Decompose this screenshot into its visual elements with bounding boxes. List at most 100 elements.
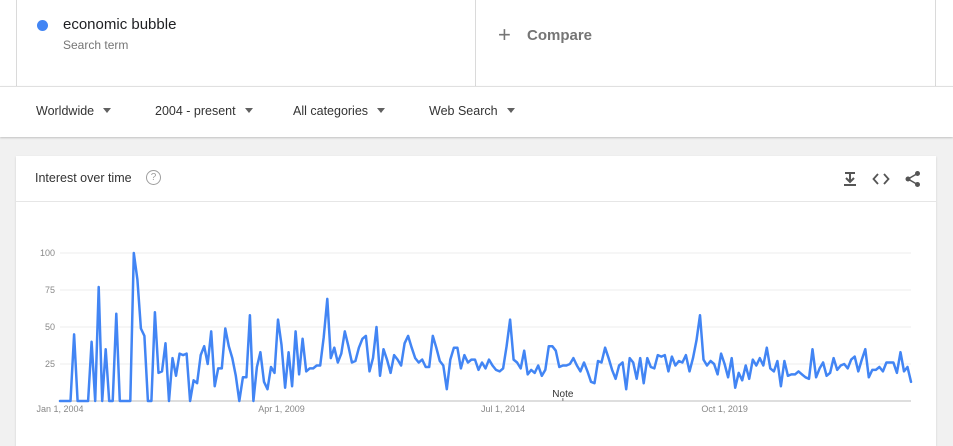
data-point <box>702 358 705 361</box>
data-point <box>389 372 392 374</box>
data-point <box>755 364 758 367</box>
search-term-bar: economic bubble Search term + Compare <box>0 0 953 86</box>
period-dropdown[interactable]: 2004 - present <box>155 104 253 118</box>
data-point <box>758 357 761 359</box>
data-point <box>607 357 610 359</box>
search-term-card[interactable]: economic bubble Search term <box>16 0 476 86</box>
data-point <box>400 364 402 367</box>
data-point <box>586 370 589 373</box>
category-dropdown[interactable]: All categories <box>293 104 386 118</box>
data-point <box>354 360 357 362</box>
data-point <box>642 382 645 385</box>
data-point <box>523 349 526 352</box>
data-point <box>713 363 715 365</box>
data-point <box>706 364 708 367</box>
data-point <box>125 400 128 402</box>
data-point <box>143 335 146 337</box>
data-point <box>512 358 515 361</box>
data-point <box>336 361 339 364</box>
data-point <box>481 361 483 364</box>
filter-bar: Worldwide 2004 - present All categories … <box>0 86 953 137</box>
data-point <box>864 348 867 351</box>
data-point <box>519 367 522 370</box>
search-term-name[interactable]: economic bubble <box>63 16 176 33</box>
embed-icon[interactable] <box>872 170 890 188</box>
data-point <box>242 376 244 379</box>
region-dropdown[interactable]: Worldwide <box>36 104 112 118</box>
download-icon[interactable] <box>841 170 859 188</box>
data-point <box>294 330 297 333</box>
data-point <box>583 361 585 364</box>
data-point <box>836 369 839 371</box>
region-dropdown-label: Worldwide <box>36 104 95 118</box>
data-point <box>839 364 842 367</box>
data-point <box>667 370 670 373</box>
data-point <box>720 352 722 355</box>
data-point <box>562 364 564 367</box>
data-point <box>322 336 325 339</box>
data-point <box>73 333 75 336</box>
data-point <box>808 377 810 380</box>
data-point <box>217 367 220 370</box>
data-point <box>343 330 346 333</box>
data-point <box>889 361 891 364</box>
data-point <box>723 363 726 365</box>
data-point <box>407 335 409 337</box>
search-type-dropdown[interactable]: Web Search <box>429 104 515 118</box>
data-point <box>196 382 199 385</box>
data-point <box>298 373 300 376</box>
data-point <box>245 376 248 379</box>
data-point <box>850 358 853 361</box>
data-point <box>614 377 617 380</box>
data-point <box>709 360 712 362</box>
data-point <box>368 370 371 373</box>
data-point <box>874 369 877 371</box>
data-point <box>154 311 156 314</box>
data-point <box>646 357 649 359</box>
data-point <box>220 367 223 370</box>
data-point <box>231 357 234 359</box>
data-point <box>910 380 912 383</box>
data-point <box>442 364 445 367</box>
y-tick-label: 25 <box>45 359 55 369</box>
data-point <box>871 369 874 371</box>
data-point <box>618 364 620 367</box>
data-point <box>822 361 824 364</box>
data-point <box>403 342 406 345</box>
data-point <box>903 370 905 373</box>
data-point <box>192 379 195 382</box>
help-icon[interactable]: ? <box>146 170 161 185</box>
data-point <box>484 367 487 370</box>
data-point <box>558 366 561 368</box>
data-point <box>463 354 466 356</box>
data-point <box>474 358 476 361</box>
data-point <box>199 354 202 356</box>
data-point <box>678 360 680 362</box>
note-label[interactable]: Note <box>552 389 574 400</box>
data-point <box>185 352 188 355</box>
data-point <box>182 354 185 356</box>
x-tick-label: Jul 1, 2014 <box>481 404 525 414</box>
card-header: Interest over time ? <box>16 156 936 202</box>
data-point <box>270 366 272 368</box>
data-point <box>906 366 909 368</box>
data-point <box>663 354 666 356</box>
data-point <box>76 400 79 402</box>
data-point <box>882 370 884 373</box>
data-point <box>551 345 554 348</box>
data-point <box>287 351 290 354</box>
compare-button[interactable]: + Compare <box>476 0 936 86</box>
data-point <box>815 376 817 379</box>
share-icon[interactable] <box>904 170 922 188</box>
data-point <box>635 377 638 380</box>
data-point <box>829 372 831 374</box>
data-point <box>266 388 269 391</box>
data-point <box>569 363 571 365</box>
data-point <box>688 370 691 373</box>
data-point <box>597 360 599 362</box>
data-point <box>312 367 315 370</box>
search-term-color-dot <box>37 20 48 31</box>
data-point <box>860 358 863 361</box>
data-point <box>730 357 733 359</box>
data-point <box>428 366 431 368</box>
